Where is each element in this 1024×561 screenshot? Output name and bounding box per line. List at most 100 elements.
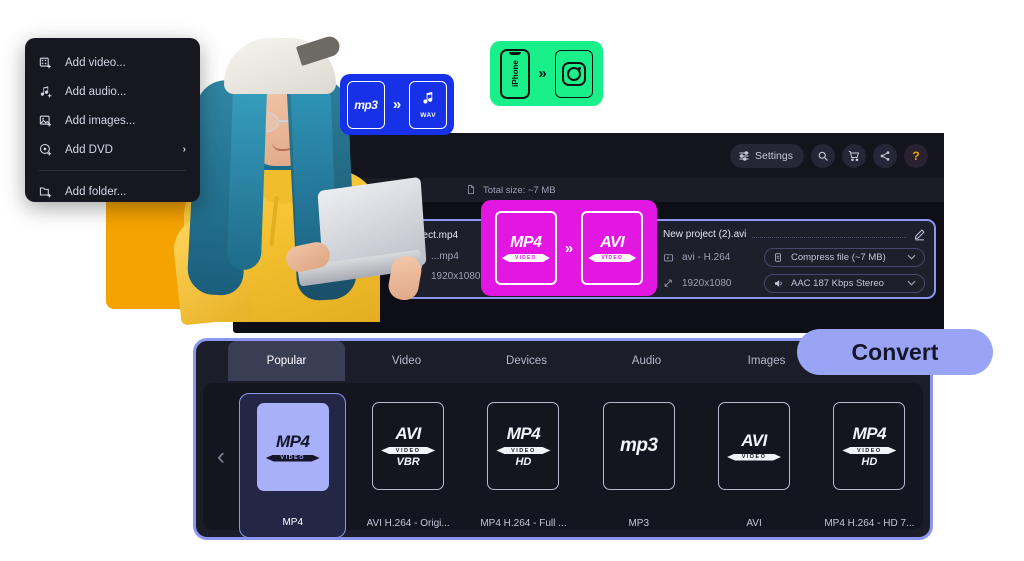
carousel-prev-icon[interactable]: ‹ <box>217 443 225 471</box>
format-doc-icon: MP4 VIDEO HD <box>487 402 560 490</box>
arrow-icon: » <box>564 239 574 257</box>
mp4-glyph: MP4 <box>510 234 542 251</box>
format-card-label: MP4 H.264 - Full ... <box>480 518 567 529</box>
format-card-mp4-h264-hd[interactable]: MP4 VIDEO HD MP4 H.264 - HD 7... <box>816 393 923 537</box>
video-ribbon: VIDEO <box>496 446 550 455</box>
format-glyph: AVI <box>741 430 767 450</box>
photo-person-with-laptop <box>168 20 427 326</box>
add-video-icon <box>39 56 53 70</box>
tab-video[interactable]: Video <box>348 341 465 381</box>
video-ribbon: VIDEO <box>381 446 435 455</box>
total-size-label: Total size: ~7 MB <box>483 184 556 196</box>
ribbon-text: VIDEO <box>395 447 421 454</box>
iphone-label: iPhone <box>510 60 520 87</box>
search-button[interactable] <box>811 143 835 168</box>
format-ext: HD <box>861 456 878 468</box>
source-resolution-label: 1920x1080 <box>431 270 481 282</box>
add-media-context-menu: Add video... Add audio... Add images... … <box>25 38 200 202</box>
pencil-icon[interactable] <box>913 228 925 241</box>
format-doc-icon: MP4 VIDEO <box>256 403 329 491</box>
output-file-name: New project (2).avi <box>663 228 747 240</box>
avi-glyph: AVI <box>600 234 625 251</box>
submenu-chevron-icon: › <box>182 144 186 155</box>
mp4-doc-icon: MP4 VIDEO <box>494 211 557 285</box>
format-card-mp4[interactable]: MP4 VIDEO MP4 <box>239 393 347 537</box>
format-card-avi[interactable]: AVI VIDEO AVI <box>700 393 807 537</box>
cart-icon <box>848 150 860 162</box>
format-doc-icon: AVI VIDEO <box>718 402 791 490</box>
ribbon-text: VIDEO <box>741 454 767 460</box>
badge-iphone-to-instagram: iPhone » <box>490 41 603 106</box>
video-file-icon <box>663 252 675 264</box>
chevron-down-icon <box>907 253 916 262</box>
video-ribbon: VIDEO <box>266 454 320 463</box>
add-audio-icon <box>39 85 53 99</box>
compress-label: Compress file (~7 MB) <box>791 252 886 263</box>
format-card-label: MP3 <box>628 518 650 529</box>
output-resolution-label: 1920x1080 <box>682 278 732 289</box>
ribbon-text: VIDEO <box>280 455 306 461</box>
add-folder-icon <box>39 185 53 199</box>
file-row[interactable]: ...ject.mp4 ...mp4 1920x1080 New project… <box>396 219 936 299</box>
menu-item-label: Add audio... <box>65 85 127 98</box>
format-ext: HD <box>515 456 532 468</box>
instagram-icon <box>561 61 586 86</box>
mp3-doc-icon: mp3 <box>346 80 385 129</box>
format-card-label: AVI <box>746 518 762 529</box>
format-doc-icon: mp3 <box>602 402 675 490</box>
ribbon-text: VIDEO <box>601 255 623 261</box>
settings-button[interactable]: Settings <box>730 143 804 168</box>
resize-icon <box>663 278 675 290</box>
video-ribbon: VIDEO <box>727 453 781 462</box>
share-button[interactable] <box>873 143 897 168</box>
badge-mp3-to-wav: mp3 » WAV <box>340 74 454 135</box>
total-size-indicator: Total size: ~7 MB <box>466 184 556 196</box>
add-images-icon <box>39 114 53 128</box>
format-card-mp4-h264-full-hd[interactable]: MP4 VIDEO HD MP4 H.264 - Full ... <box>470 393 577 537</box>
help-button[interactable]: ? <box>904 143 928 168</box>
chevron-down-icon <box>907 279 916 288</box>
menu-item-add-folder[interactable]: Add folder... <box>25 177 200 206</box>
ribbon-text: VIDEO <box>511 447 536 454</box>
format-card-label: MP4 H.264 - HD 7... <box>824 518 915 529</box>
format-glyph: MP4 <box>275 431 310 451</box>
share-icon <box>879 150 891 162</box>
help-icon: ? <box>912 148 920 163</box>
format-card-avi-h264-original[interactable]: AVI VIDEO VBR AVI H.264 - Origi... <box>354 393 461 537</box>
tab-devices[interactable]: Devices <box>468 341 585 381</box>
format-card-mp3[interactable]: mp3 MP3 <box>585 393 692 537</box>
settings-label: Settings <box>755 149 793 162</box>
arrow-icon: » <box>392 96 402 113</box>
compress-dropdown[interactable]: Compress file (~7 MB) <box>764 248 925 267</box>
tab-popular[interactable]: Popular <box>228 341 345 381</box>
menu-item-add-images[interactable]: Add images... <box>25 106 200 135</box>
promo-stage: Settings ? Total size: ~7 MB ...ject.mp4… <box>0 0 1024 561</box>
iphone-icon: iPhone <box>500 48 531 99</box>
tab-audio[interactable]: Audio <box>588 341 705 381</box>
ribbon-text: VIDEO <box>857 447 882 454</box>
convert-button[interactable]: Convert <box>797 329 993 375</box>
cart-button[interactable] <box>842 143 866 168</box>
video-ribbon: VIDEO <box>502 254 550 262</box>
ribbon-text: VIDEO <box>515 255 537 261</box>
instagram-doc-icon <box>554 49 593 98</box>
menu-item-add-video[interactable]: Add video... <box>25 48 200 77</box>
format-ext: VBR <box>396 456 420 468</box>
output-name-row: New project (2).avi <box>663 228 925 241</box>
menu-divider <box>39 170 186 171</box>
badge-mp4-to-avi: MP4 VIDEO » AVI VIDEO <box>481 200 657 296</box>
output-resolution-meta: 1920x1080 <box>663 278 755 290</box>
speaker-icon <box>773 278 785 290</box>
add-dvd-icon <box>39 143 53 157</box>
format-glyph: mp3 <box>619 435 658 456</box>
menu-item-add-audio[interactable]: Add audio... <box>25 77 200 106</box>
audio-label: AAC 187 Kbps Stereo <box>791 278 884 289</box>
menu-item-add-dvd[interactable]: Add DVD › <box>25 135 200 164</box>
output-format-label: avi - H.264 <box>682 252 731 263</box>
menu-item-label: Add images... <box>65 114 136 127</box>
avi-doc-icon: AVI VIDEO <box>581 211 644 285</box>
format-glyph: MP4 <box>852 424 887 443</box>
file-icon <box>466 184 478 196</box>
format-glyph: AVI <box>395 424 421 443</box>
audio-dropdown[interactable]: AAC 187 Kbps Stereo <box>764 274 925 293</box>
